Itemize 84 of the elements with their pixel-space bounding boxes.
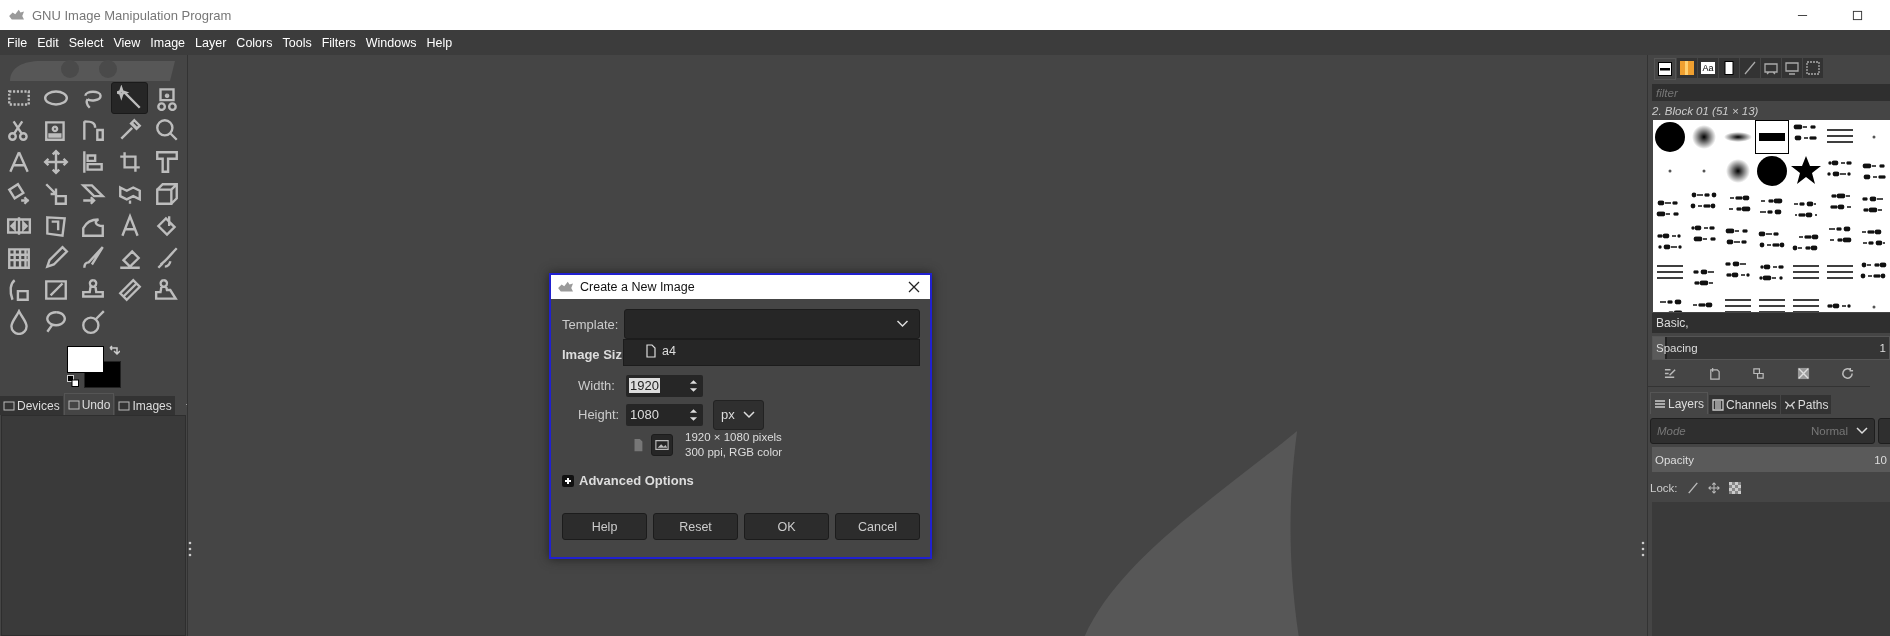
dock-tab[interactable]: Images <box>115 396 175 415</box>
field-label: Height: <box>578 407 620 422</box>
duplicate-icon[interactable] <box>1752 366 1766 380</box>
expander-icon <box>562 474 574 487</box>
image-info-text: 1920 × 1080 pixels <box>685 430 783 445</box>
section-heading: Image Siz <box>562 347 622 362</box>
menu-item[interactable]: Edit <box>32 35 64 50</box>
up-arrow-icon[interactable] <box>689 378 698 385</box>
down-arrow-icon[interactable] <box>689 386 698 393</box>
menu-item[interactable]: Filters <box>316 35 361 50</box>
dialog-button[interactable]: Help <box>562 513 647 540</box>
dock-tab[interactable]: Layers <box>1650 392 1709 414</box>
layers-icon <box>1654 397 1666 410</box>
image-info-text: 300 ppi, RGB color <box>685 445 783 460</box>
menu-item[interactable]: Help <box>421 35 458 50</box>
menu-item[interactable]: Colors <box>231 35 278 50</box>
up-arrow-icon[interactable] <box>689 407 698 414</box>
color-swatches-drawing[interactable] <box>67 346 121 388</box>
refresh-icon[interactable] <box>1841 366 1855 380</box>
app-logo-icon <box>557 280 575 294</box>
dock-tab[interactable]: Undo <box>63 393 115 415</box>
menu-item[interactable]: Layer <box>190 35 232 50</box>
brush-thumbnail[interactable] <box>1755 154 1789 188</box>
dialog-button[interactable]: OK <box>744 513 829 540</box>
new-document-icon[interactable] <box>1708 366 1722 380</box>
dock-tab[interactable]: Channels <box>1709 395 1780 414</box>
brush-lock-icon[interactable] <box>1686 482 1699 494</box>
dashed-square-tab-icon[interactable] <box>1803 58 1823 78</box>
gradient-tab-icon[interactable] <box>1677 58 1697 78</box>
delete-icon[interactable] <box>1796 366 1810 380</box>
lock-label: Lock: <box>1650 482 1678 494</box>
field-label: Template: <box>562 316 619 332</box>
tablet-tab-icon[interactable] <box>1761 58 1781 78</box>
monitor-tab-icon[interactable] <box>1782 58 1802 78</box>
landscape-button[interactable] <box>651 434 673 456</box>
window-title: GNU Image Manipulation Program <box>32 7 232 23</box>
tab-icon <box>67 398 80 411</box>
spacing-slider[interactable]: Spacing 1 <box>1652 336 1890 360</box>
tab-icon <box>118 399 131 412</box>
default-colors-icon[interactable] <box>67 375 79 387</box>
landscape-icon <box>655 438 669 452</box>
magic-wand-icon[interactable] <box>111 82 148 114</box>
brush-stroke-tab-icon[interactable] <box>1740 58 1760 78</box>
chevron-down-icon <box>1856 427 1868 435</box>
menu-item[interactable]: Image <box>145 35 191 50</box>
width-spin-field[interactable]: 1920 <box>626 374 703 397</box>
field-label: Width: <box>578 378 616 393</box>
resize-grip-icon[interactable] <box>188 541 192 557</box>
document-icon <box>645 344 656 358</box>
edit-icon[interactable] <box>1663 366 1677 380</box>
dock-tab[interactable]: Devices <box>0 396 63 415</box>
brush-thumbnail[interactable] <box>1755 120 1789 154</box>
menu-item[interactable]: Select <box>63 35 109 50</box>
brush-name-label: 2. Block 01 (51 × 13) <box>1652 105 1760 117</box>
unit-dropdown[interactable]: px <box>713 399 764 430</box>
dock-tab[interactable]: Paths <box>1780 395 1832 414</box>
dialog-button[interactable]: Reset <box>653 513 738 540</box>
tab-icon <box>3 399 15 412</box>
move-icon[interactable] <box>1707 482 1720 494</box>
maximize-icon[interactable] <box>1852 9 1863 21</box>
menu-item[interactable]: Tools <box>277 35 317 50</box>
dialog-title: Create a New Image <box>580 280 695 294</box>
resize-grip-icon[interactable] <box>1641 541 1645 557</box>
tags-field[interactable]: Basic, <box>1652 313 1890 333</box>
mode-toggle-button[interactable] <box>1878 418 1890 444</box>
dialog-button[interactable]: Cancel <box>835 513 920 540</box>
app-logo-icon <box>8 8 26 22</box>
height-spin-field[interactable]: 1080 <box>626 403 703 426</box>
channels-icon <box>1712 398 1725 411</box>
close-icon[interactable] <box>908 281 920 293</box>
advanced-options-expander[interactable]: Advanced Options <box>562 473 694 488</box>
chevron-down-icon <box>896 320 909 328</box>
document-tab-icon[interactable] <box>1719 58 1739 78</box>
font-tab-icon[interactable]: Aa <box>1698 58 1718 78</box>
menu-item[interactable]: Windows <box>360 35 422 50</box>
menu-item[interactable]: View <box>108 35 146 50</box>
brush-thumbnail[interactable] <box>1653 120 1687 154</box>
menu-item[interactable]: File <box>2 35 33 50</box>
opacity-slider[interactable]: Opacity 10 <box>1652 447 1890 472</box>
down-arrow-icon[interactable] <box>689 415 698 422</box>
checkerboard-icon[interactable] <box>1728 482 1741 494</box>
swap-arrow-icon[interactable] <box>108 344 120 356</box>
chevron-down-icon <box>742 410 755 419</box>
brush-tab-icon[interactable] <box>1654 58 1676 80</box>
